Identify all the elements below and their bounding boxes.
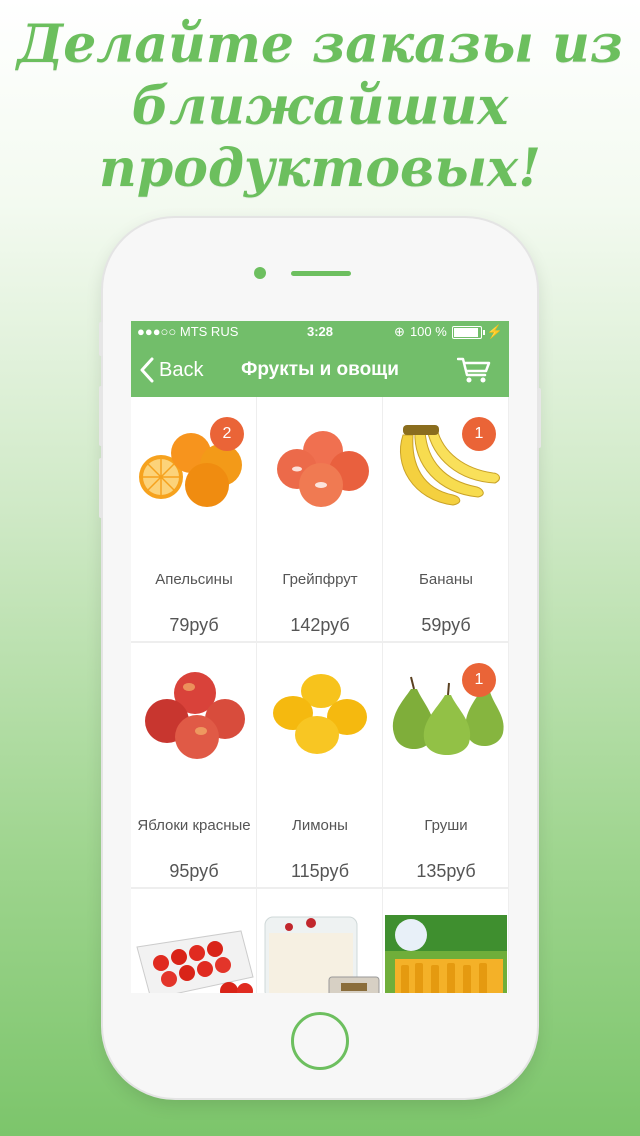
product-card-oranges[interactable]: 2 Апельсины 79руб <box>131 397 257 641</box>
volume-up-button <box>99 386 103 446</box>
product-price: 135руб <box>416 861 476 881</box>
product-price: 59руб <box>421 615 471 635</box>
product-price: 79руб <box>169 615 219 635</box>
battery-icon <box>451 325 485 339</box>
volume-down-button <box>99 458 103 518</box>
product-price: 115руб <box>290 861 350 881</box>
phone-screen: ●●●○○ MTS RUS 3:28 ⊕ 100 % ⚡ Back Фрукты… <box>131 321 509 993</box>
home-button[interactable] <box>291 1012 349 1070</box>
product-price: 142руб <box>290 615 350 635</box>
mute-switch <box>99 322 103 356</box>
product-card-grapefruit[interactable]: Грейпфрут 142руб <box>257 397 383 641</box>
product-name: Лимоны <box>292 816 348 834</box>
product-card-lemons[interactable]: Лимоны 115руб <box>257 643 383 887</box>
product-name: Бананы <box>419 570 473 588</box>
power-button <box>537 388 541 448</box>
charging-icon: ⚡ <box>486 324 503 339</box>
promo-line-2: ближайших <box>131 76 509 137</box>
product-card-frozen-potatoes[interactable] <box>383 889 509 993</box>
page-title: Фрукты и овощи <box>241 359 399 380</box>
promo-headline: Делайте заказы из ближайших продуктовых! <box>0 14 640 200</box>
product-grid: 2 Апельсины 79руб Грейпфрут 142руб 1 Бан… <box>131 397 509 993</box>
nav-bar: Back Фрукты и овощи <box>131 343 509 397</box>
product-card-tomatoes[interactable] <box>131 889 257 993</box>
product-name: Груши <box>424 816 468 834</box>
cart-icon[interactable] <box>457 356 491 384</box>
battery-percent: 100 % <box>409 324 447 339</box>
status-bar: ●●●○○ MTS RUS 3:28 ⊕ 100 % ⚡ <box>131 321 509 343</box>
apples-image <box>145 672 245 759</box>
product-name: Грейпфрут <box>282 570 358 588</box>
salad-container-image <box>264 916 380 993</box>
lemons-image <box>273 674 367 754</box>
product-card-bananas[interactable]: 1 Бананы 59руб <box>383 397 509 641</box>
product-name: Яблоки красные <box>137 816 251 834</box>
product-card-apples[interactable]: Яблоки красные 95руб <box>131 643 257 887</box>
frozen-potatoes-image <box>385 915 507 993</box>
grapefruit-image <box>277 431 369 507</box>
product-name: Апельсины <box>155 570 233 588</box>
promo-line-1: Делайте заказы из <box>16 14 624 75</box>
quantity-badge: 2 <box>210 417 244 451</box>
product-card-salad[interactable] <box>257 889 383 993</box>
product-price: 95руб <box>169 861 219 881</box>
quantity-badge: 1 <box>462 417 496 451</box>
quantity-badge: 1 <box>462 663 496 697</box>
front-camera <box>254 267 266 279</box>
battery-fill <box>453 327 478 337</box>
rotation-lock-icon: ⊕ <box>394 324 405 339</box>
phone-frame: ●●●○○ MTS RUS 3:28 ⊕ 100 % ⚡ Back Фрукты… <box>99 218 541 1098</box>
tomatoes-image <box>136 930 254 993</box>
product-card-pears[interactable]: 1 Груши 135руб <box>383 643 509 887</box>
status-right: ⊕ 100 % ⚡ <box>394 321 503 343</box>
earpiece-speaker <box>291 271 351 276</box>
promo-line-3: продуктовых! <box>99 138 541 199</box>
